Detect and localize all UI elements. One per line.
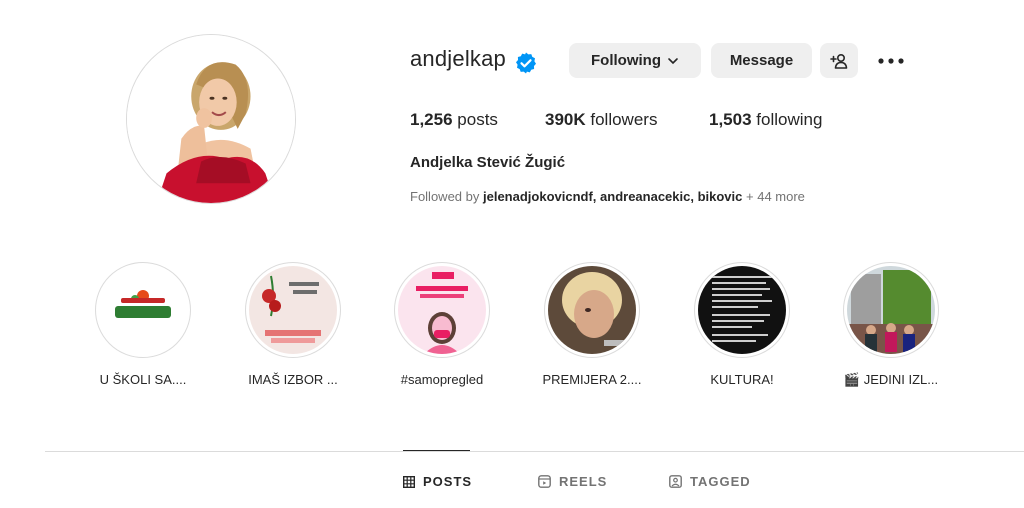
highlight-cover-image bbox=[99, 266, 187, 354]
story-highlight[interactable]: 🎬 JEDINI IZL... bbox=[836, 262, 946, 388]
followers-count[interactable]: 390K followers bbox=[545, 110, 657, 130]
highlight-cover-ring bbox=[394, 262, 490, 358]
followers-count-label: followers bbox=[590, 110, 658, 129]
verified-badge-icon bbox=[516, 52, 536, 74]
tabs-divider bbox=[45, 451, 1024, 452]
add-user-icon bbox=[830, 53, 848, 69]
highlight-cover-image bbox=[698, 266, 786, 354]
posts-count-label: posts bbox=[457, 110, 498, 129]
grid-icon bbox=[403, 475, 415, 488]
highlight-cover-image bbox=[847, 266, 935, 354]
following-count-value: 1,503 bbox=[709, 110, 752, 129]
story-highlight[interactable]: PREMIJERA 2.... bbox=[537, 262, 647, 387]
highlight-label: KULTURA! bbox=[710, 372, 774, 387]
profile-avatar[interactable] bbox=[126, 34, 296, 204]
profile-full-name: Andjelka Stević Žugić bbox=[410, 154, 566, 171]
followed-by-text[interactable]: Followed by jelenadjokovicndf, andreanac… bbox=[410, 189, 805, 204]
chevron-down-icon bbox=[668, 57, 678, 64]
followed-by-more: + 44 more bbox=[746, 189, 805, 204]
active-tab-indicator bbox=[403, 450, 470, 451]
add-user-button[interactable] bbox=[820, 43, 858, 78]
message-button-label: Message bbox=[729, 52, 794, 69]
followed-by-names: jelenadjokovicndf, andreanacekic, bikovi… bbox=[483, 189, 743, 204]
tab-reels-label: REELS bbox=[559, 474, 608, 489]
more-options-icon bbox=[878, 58, 904, 64]
followed-by-prefix: Followed by bbox=[410, 189, 480, 204]
highlight-cover-ring bbox=[245, 262, 341, 358]
highlight-label: IMAŠ IZBOR ... bbox=[248, 372, 338, 387]
tab-posts-label: POSTS bbox=[423, 474, 473, 489]
reels-icon bbox=[538, 475, 551, 488]
following-count[interactable]: 1,503 following bbox=[709, 110, 822, 130]
story-highlight[interactable]: KULTURA! bbox=[687, 262, 797, 387]
highlight-label: PREMIJERA 2.... bbox=[542, 372, 642, 387]
more-options-button[interactable] bbox=[873, 50, 909, 72]
highlight-label: #samopregled bbox=[400, 372, 484, 387]
highlight-cover-ring bbox=[95, 262, 191, 358]
highlight-cover-image bbox=[249, 266, 337, 354]
story-highlight[interactable]: IMAŠ IZBOR ... bbox=[238, 262, 348, 387]
highlight-cover-ring bbox=[694, 262, 790, 358]
highlight-cover-image bbox=[398, 266, 486, 354]
highlight-cover-ring bbox=[544, 262, 640, 358]
message-button[interactable]: Message bbox=[711, 43, 812, 78]
followers-count-value: 390K bbox=[545, 110, 586, 129]
profile-username: andjelkap bbox=[410, 46, 506, 71]
tab-reels[interactable]: REELS bbox=[538, 474, 607, 489]
avatar-image bbox=[127, 35, 295, 203]
story-highlight[interactable]: U ŠKOLI SA.... bbox=[88, 262, 198, 387]
following-count-label: following bbox=[756, 110, 823, 129]
following-button[interactable]: Following bbox=[569, 43, 701, 78]
highlight-cover-image bbox=[548, 266, 636, 354]
tagged-icon bbox=[669, 475, 682, 488]
tab-tagged[interactable]: TAGGED bbox=[669, 474, 751, 489]
highlight-label: U ŠKOLI SA.... bbox=[99, 372, 187, 387]
tab-posts[interactable]: POSTS bbox=[403, 474, 472, 489]
highlight-label: 🎬 JEDINI IZL... bbox=[843, 372, 939, 387]
posts-count: 1,256 posts bbox=[410, 110, 498, 130]
story-highlight[interactable]: #samopregled bbox=[387, 262, 497, 387]
following-button-label: Following bbox=[591, 52, 661, 69]
posts-count-value: 1,256 bbox=[410, 110, 453, 129]
highlight-cover-ring bbox=[843, 262, 939, 358]
tab-tagged-label: TAGGED bbox=[690, 474, 751, 489]
